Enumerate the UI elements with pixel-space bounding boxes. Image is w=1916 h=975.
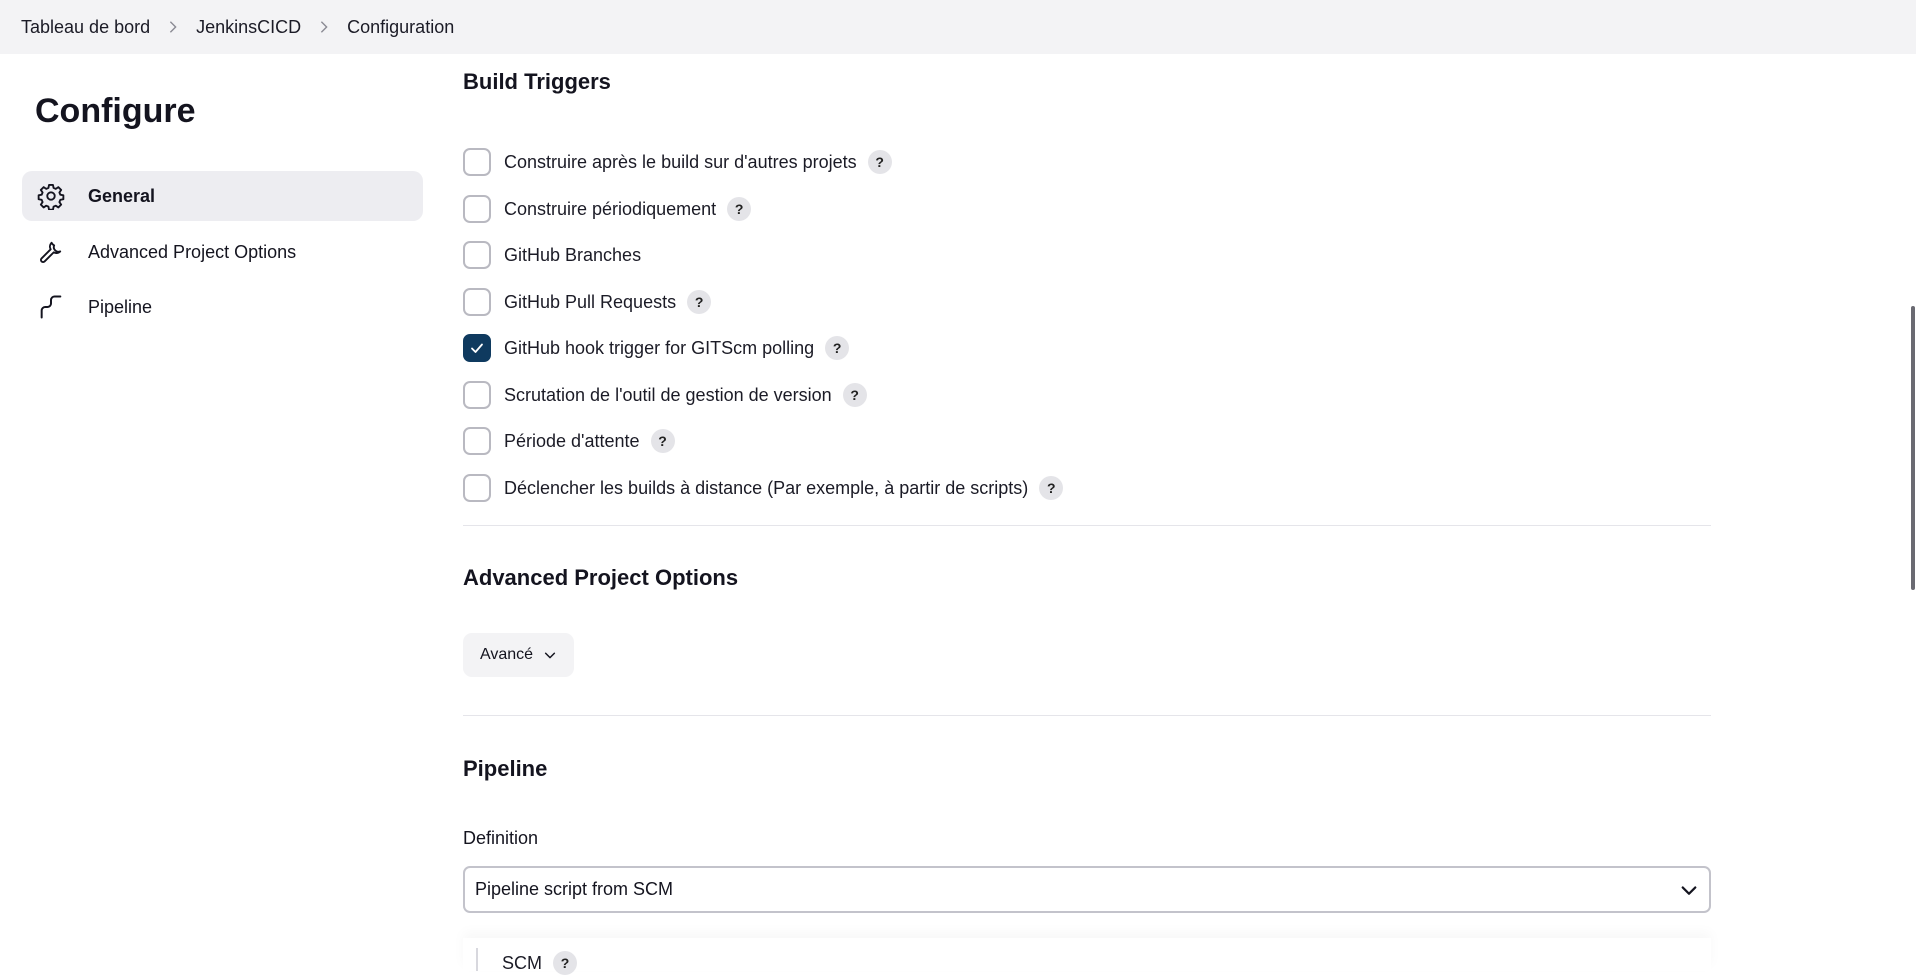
trigger-label[interactable]: Déclencher les builds à distance (Par ex… [504,478,1028,499]
definition-select-value: Pipeline script from SCM [475,879,674,899]
checkmark-icon [471,343,483,353]
breadcrumb-dashboard[interactable]: Tableau de bord [21,17,150,38]
gear-icon [36,181,66,211]
trigger-row: Construire après le build sur d'autres p… [463,147,892,177]
help-icon[interactable]: ? [825,336,850,360]
trigger-row: Déclencher les builds à distance (Par ex… [463,473,1064,503]
advanced-button-label: Avancé [479,646,534,663]
breadcrumb-job[interactable]: JenkinsCICD [196,17,301,38]
pipeline-title: Pipeline [463,756,548,781]
sidebar-item-advanced-project-options[interactable]: Advanced Project Options [22,227,423,277]
trigger-row: GitHub Pull Requests ? [463,287,712,317]
help-icon[interactable]: ? [1039,476,1064,500]
wrench-icon [36,237,66,267]
definition-select[interactable]: Pipeline script from SCM [463,866,1711,913]
trigger-label[interactable]: Construire périodiquement [504,199,716,220]
chevron-right-icon [301,20,347,34]
trigger-label[interactable]: GitHub hook trigger for GITScm polling [504,338,814,359]
trigger-checkbox-checked[interactable] [463,334,491,362]
trigger-checkbox[interactable] [463,148,491,176]
page-title: Configure [35,92,196,130]
trigger-label[interactable]: GitHub Branches [504,245,641,266]
trigger-label[interactable]: Période d'attente [504,431,640,452]
sidebar-item-pipeline[interactable]: Pipeline [22,282,423,332]
scrollbar-thumb[interactable] [1911,306,1915,590]
trigger-checkbox[interactable] [463,241,491,269]
scm-label: SCM [502,952,542,973]
trigger-label[interactable]: Construire après le build sur d'autres p… [504,152,857,173]
chevron-right-icon [150,20,196,34]
trigger-row: Construire périodiquement ? [463,194,752,224]
section-divider [463,525,1711,526]
trigger-label[interactable]: Scrutation de l'outil de gestion de vers… [504,385,832,406]
help-icon[interactable]: ? [867,150,892,174]
pipeline-icon [36,292,66,322]
trigger-label[interactable]: GitHub Pull Requests [504,292,676,313]
sidebar-item-label: Advanced Project Options [88,241,297,262]
breadcrumb: Tableau de bord JenkinsCICD Configuratio… [0,0,1916,54]
breadcrumb-configuration[interactable]: Configuration [347,17,454,38]
help-icon[interactable]: ? [553,951,577,975]
trigger-checkbox[interactable] [463,381,491,409]
trigger-checkbox[interactable] [463,474,491,502]
main-content: Build Triggers Construire après le build… [463,54,1711,975]
chevron-down-icon [1681,886,1697,895]
sidebar-item-label: General [88,185,156,206]
build-triggers-title: Build Triggers [463,69,611,94]
trigger-checkbox[interactable] [463,288,491,316]
section-indent-bar [476,948,478,971]
trigger-row: GitHub Branches [463,240,641,270]
help-icon[interactable]: ? [687,290,712,314]
help-icon[interactable]: ? [727,197,752,221]
trigger-checkbox[interactable] [463,195,491,223]
trigger-row: GitHub hook trigger for GITScm polling ? [463,333,850,363]
advanced-options-title: Advanced Project Options [463,565,739,590]
definition-label: Definition [463,828,539,848]
advanced-button[interactable]: Avancé [463,633,574,677]
scm-row: SCM ? [502,951,577,975]
trigger-row: Scrutation de l'outil de gestion de vers… [463,380,867,410]
chevron-down-icon [544,652,556,659]
sidebar-item-general[interactable]: General [22,171,423,221]
scm-section: SCM ? [463,938,1711,975]
sidebar-item-label: Pipeline [88,296,153,317]
trigger-row: Période d'attente ? [463,426,675,456]
section-divider [463,715,1711,716]
help-icon[interactable]: ? [650,429,675,453]
trigger-checkbox[interactable] [463,427,491,455]
help-icon[interactable]: ? [842,383,867,407]
